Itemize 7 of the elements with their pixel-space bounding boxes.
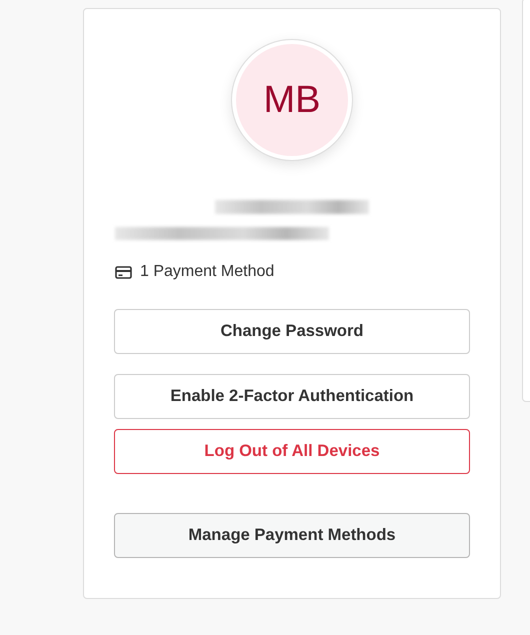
action-button[interactable]: Change Password	[114, 309, 470, 354]
avatar: MB	[232, 40, 352, 160]
action-button[interactable]: Enable 2-Factor Authentication	[114, 374, 470, 419]
action-button[interactable]: Log Out of All Devices	[114, 429, 470, 474]
payment-method-count: 1 Payment Method	[140, 263, 274, 281]
credit-card-icon	[115, 266, 132, 278]
action-button[interactable]: Manage Payment Methods	[114, 513, 470, 558]
